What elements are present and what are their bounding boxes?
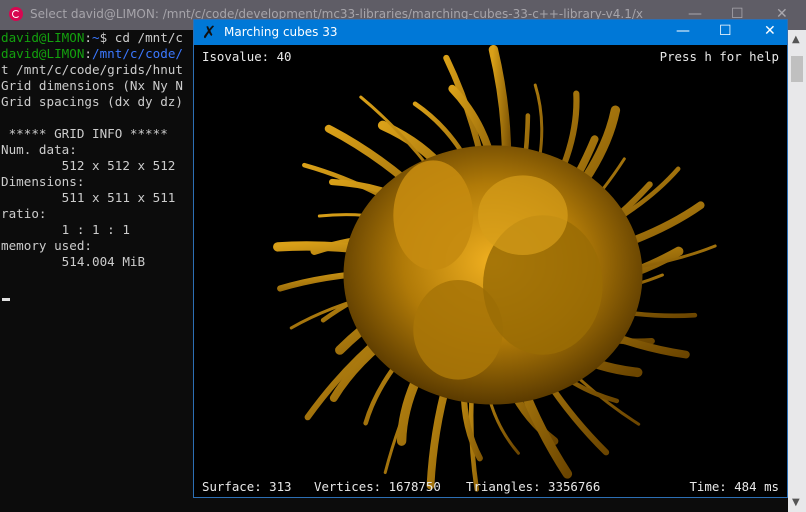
prompt-path: /mnt/c/code/ xyxy=(92,46,183,61)
vertex-count: Vertices: 1678750 xyxy=(314,479,441,494)
mc-maximize-button[interactable]: ☐ xyxy=(719,23,732,39)
terminal-line: 512 x 512 x 512 xyxy=(1,158,176,173)
prompt-sep: : xyxy=(84,46,92,61)
terminal-cursor xyxy=(2,298,10,301)
prompt-user: david@LIMON xyxy=(1,30,85,45)
scroll-down-icon[interactable]: ▼ xyxy=(792,497,800,508)
terminal-line: t /mnt/c/code/grids/hnut xyxy=(1,62,183,77)
terminal-line: 1 : 1 : 1 xyxy=(1,222,130,237)
isovalue-label: Isovalue: 40 xyxy=(202,49,292,64)
render-viewport[interactable]: Isovalue: 40 Press h for help Surface: 3… xyxy=(194,45,787,497)
mc-window-title: Marching cubes 33 xyxy=(224,25,338,39)
mc-titlebar[interactable]: ✗ Marching cubes 33 — ☐ ✕ xyxy=(194,20,787,45)
help-hint: Press h for help xyxy=(659,49,779,64)
mc-close-button[interactable]: ✕ xyxy=(764,23,776,39)
terminal-line: memory used: xyxy=(1,238,92,253)
terminal-line: ratio: xyxy=(1,206,47,221)
isosurface-render xyxy=(273,45,717,492)
terminal-line: Grid dimensions (Nx Ny N xyxy=(1,78,183,93)
mc-minimize-button[interactable]: — xyxy=(676,23,690,39)
terminal-line: Grid spacings (dx dy dz) xyxy=(1,94,183,109)
terminal-line: ***** GRID INFO ***** xyxy=(1,126,168,141)
marching-cubes-window[interactable]: ✗ Marching cubes 33 — ☐ ✕ Isovalue: 40 P… xyxy=(193,19,788,498)
terminal-line: Dimensions: xyxy=(1,174,85,189)
terminal-line: Num. data: xyxy=(1,142,77,157)
prompt-user: david@LIMON xyxy=(1,46,85,61)
prompt-command: $ cd /mnt/c xyxy=(99,30,183,45)
prompt-path: ~ xyxy=(92,30,100,45)
x-app-icon: ✗ xyxy=(202,23,217,43)
scrollbar-thumb[interactable] xyxy=(791,56,803,82)
terminal-output: david@LIMON:~$ cd /mnt/c david@LIMON:/mn… xyxy=(1,30,183,270)
render-time: Time: 484 ms xyxy=(689,479,779,494)
surface-lobe xyxy=(478,175,568,256)
surface-lobe xyxy=(393,160,474,271)
triangle-count: Triangles: 3356766 xyxy=(466,479,601,494)
terminal-line: 514.004 MiB xyxy=(1,254,146,269)
terminal-scrollbar[interactable]: ▲ ▼ xyxy=(788,30,806,512)
debian-icon xyxy=(9,7,23,21)
prompt-sep: : xyxy=(84,30,92,45)
surface-count: Surface: 313 xyxy=(202,479,292,494)
scroll-up-icon[interactable]: ▲ xyxy=(792,34,800,45)
terminal-line: 511 x 511 x 511 xyxy=(1,190,176,205)
